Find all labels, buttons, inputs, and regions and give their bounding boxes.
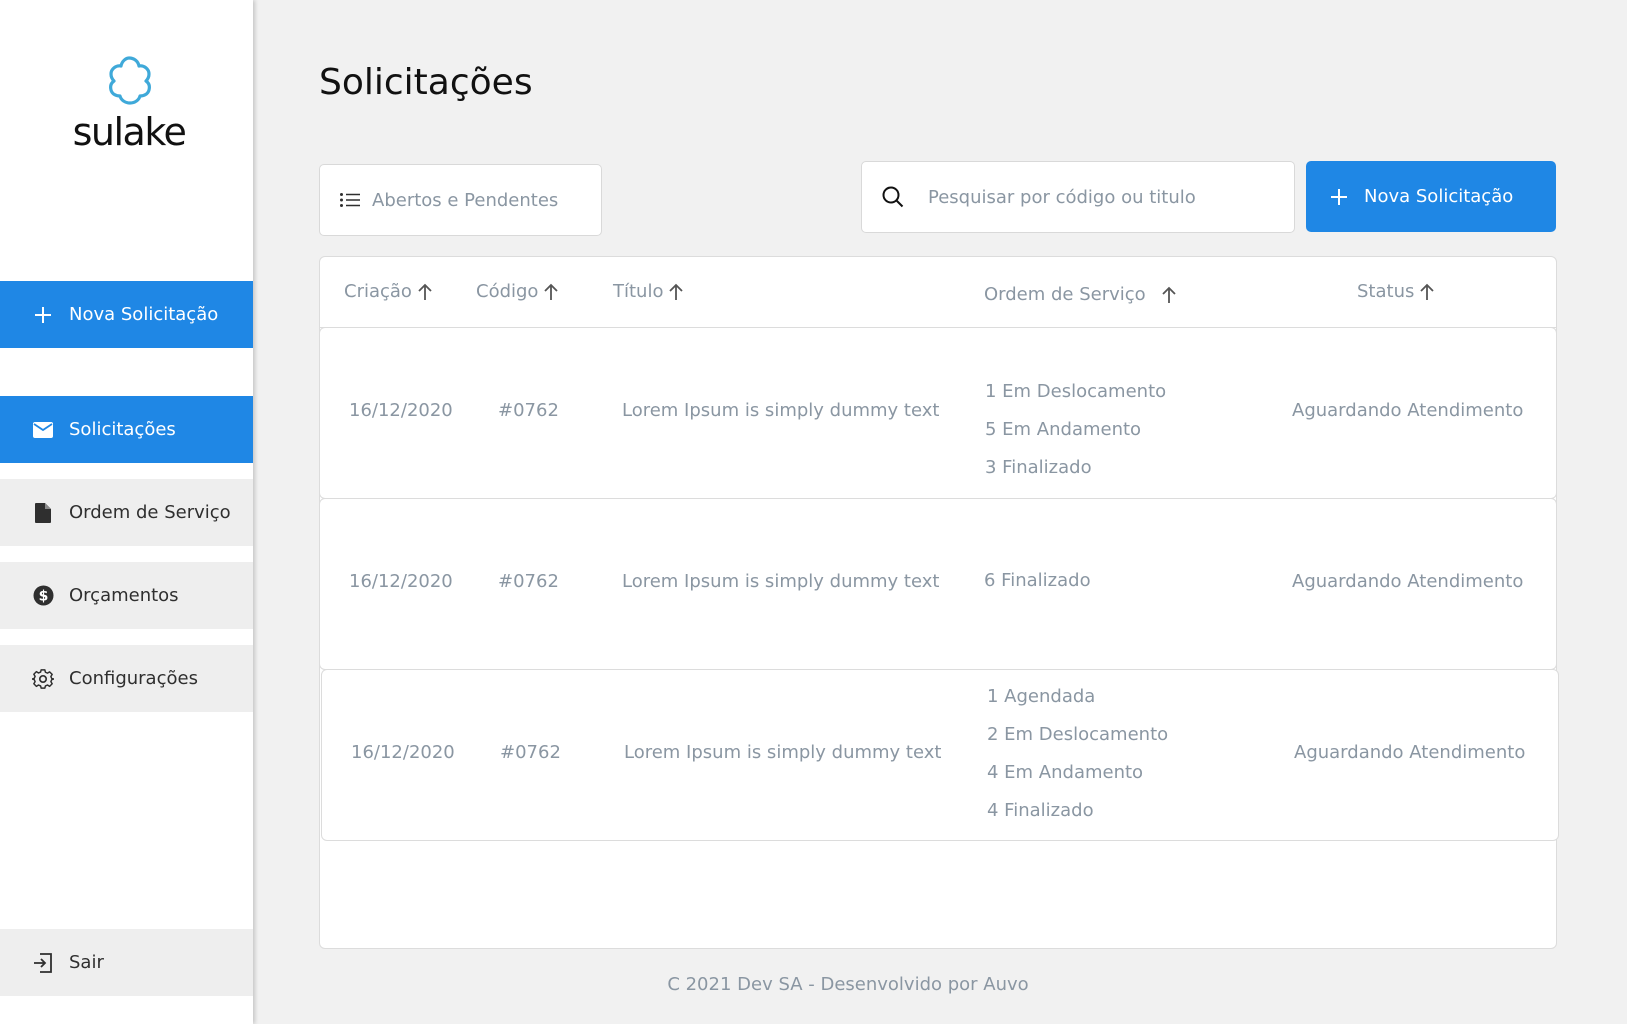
logo: sulake — [64, 52, 194, 154]
document-icon — [32, 502, 54, 524]
row-title: Lorem Ipsum is simply dummy text — [624, 742, 942, 763]
service-orders-list: 6 Finalizado — [984, 562, 1091, 600]
service-order-item: 6 Finalizado — [984, 570, 1091, 591]
brand-name: sulake — [72, 110, 187, 154]
new-request-label: Nova Solicitação — [1364, 186, 1514, 207]
mail-icon — [32, 419, 54, 441]
table-row[interactable]: 16/12/2020 #0762 Lorem Ipsum is simply d… — [321, 669, 1559, 841]
service-orders-list: 1 Em Deslocamento 5 Em Andamento 3 Final… — [985, 373, 1166, 487]
sort-arrow-up-icon — [669, 283, 684, 301]
sidebar-item-orcamentos[interactable]: $ Orçamentos — [0, 562, 253, 629]
column-label: Código — [476, 281, 539, 302]
row-date: 16/12/2020 — [349, 571, 453, 592]
service-orders-list: 1 Agendada 2 Em Deslocamento 4 Em Andame… — [987, 678, 1168, 830]
sidebar-item-label: Ordem de Serviço — [69, 502, 231, 523]
row-code: #0762 — [500, 742, 561, 763]
page-title: Solicitações — [319, 62, 533, 103]
logout-label: Sair — [69, 952, 104, 973]
row-status: Aguardando Atendimento — [1292, 400, 1524, 421]
column-label: Criação — [344, 281, 412, 302]
row-date: 16/12/2020 — [351, 742, 455, 763]
plus-icon — [32, 304, 54, 326]
sidebar-item-solicitacoes[interactable]: Solicitações — [0, 396, 253, 463]
search-field[interactable] — [861, 161, 1295, 233]
row-title: Lorem Ipsum is simply dummy text — [622, 400, 940, 421]
plus-icon — [1330, 188, 1348, 206]
service-order-item: 4 Finalizado — [987, 800, 1094, 821]
search-input[interactable] — [928, 186, 1268, 208]
sidebar-item-label: Configurações — [69, 668, 198, 689]
sidebar-item-configuracoes[interactable]: Configurações — [0, 645, 253, 712]
sort-arrow-up-icon — [1162, 286, 1176, 304]
table-row[interactable]: 16/12/2020 #0762 Lorem Ipsum is simply d… — [319, 327, 1557, 499]
sidebar-new-request-label: Nova Solicitação — [69, 304, 219, 325]
service-order-item: 1 Agendada — [987, 686, 1096, 707]
requests-table: Criação Código Título Ordem de Serviço S… — [319, 256, 1559, 949]
search-icon — [882, 186, 904, 208]
row-title: Lorem Ipsum is simply dummy text — [622, 571, 940, 592]
sidebar-item-ordem-de-servico[interactable]: Ordem de Serviço — [0, 479, 253, 546]
column-header-ordem-de-servico[interactable]: Ordem de Serviço — [984, 284, 1176, 305]
logout-icon — [32, 952, 54, 974]
gear-icon — [32, 668, 54, 690]
dollar-circle-icon: $ — [32, 585, 54, 607]
service-order-item: 5 Em Andamento — [985, 419, 1142, 440]
column-label: Ordem de Serviço — [984, 284, 1146, 305]
column-label: Título — [613, 281, 664, 302]
sidebar-item-label: Orçamentos — [69, 585, 179, 606]
list-icon — [340, 193, 360, 207]
sort-arrow-up-icon — [1420, 283, 1434, 301]
cloud-logo-icon — [109, 56, 151, 105]
service-order-item: 3 Finalizado — [985, 457, 1092, 478]
column-label: Status — [1357, 281, 1415, 302]
service-order-item: 4 Em Andamento — [987, 762, 1144, 783]
new-request-button[interactable]: Nova Solicitação — [1306, 161, 1556, 232]
service-order-item: 1 Em Deslocamento — [985, 381, 1167, 402]
row-status: Aguardando Atendimento — [1294, 742, 1526, 763]
footer-copyright: C 2021 Dev SA - Desenvolvido por Auvo — [667, 974, 1029, 995]
sort-arrow-up-icon — [544, 283, 559, 301]
row-date: 16/12/2020 — [349, 400, 453, 421]
row-status: Aguardando Atendimento — [1292, 571, 1524, 592]
column-header-status[interactable]: Status — [1357, 281, 1434, 302]
table-row[interactable]: 16/12/2020 #0762 Lorem Ipsum is simply d… — [319, 498, 1557, 670]
row-code: #0762 — [498, 400, 559, 421]
svg-text:$: $ — [38, 589, 48, 605]
filter-label: Abertos e Pendentes — [372, 189, 559, 211]
sort-arrow-up-icon — [418, 283, 432, 301]
status-filter-dropdown[interactable]: Abertos e Pendentes — [319, 164, 602, 236]
column-header-codigo[interactable]: Código — [476, 281, 559, 302]
sidebar-item-label: Solicitações — [69, 419, 176, 440]
sidebar: sulake Nova Solicitação Solicitações Ord… — [0, 0, 253, 1024]
column-header-criacao[interactable]: Criação — [344, 281, 432, 302]
column-header-titulo[interactable]: Título — [613, 281, 684, 302]
row-code: #0762 — [498, 571, 559, 592]
sidebar-new-request-button[interactable]: Nova Solicitação — [0, 281, 253, 348]
service-order-item: 2 Em Deslocamento — [987, 724, 1169, 745]
